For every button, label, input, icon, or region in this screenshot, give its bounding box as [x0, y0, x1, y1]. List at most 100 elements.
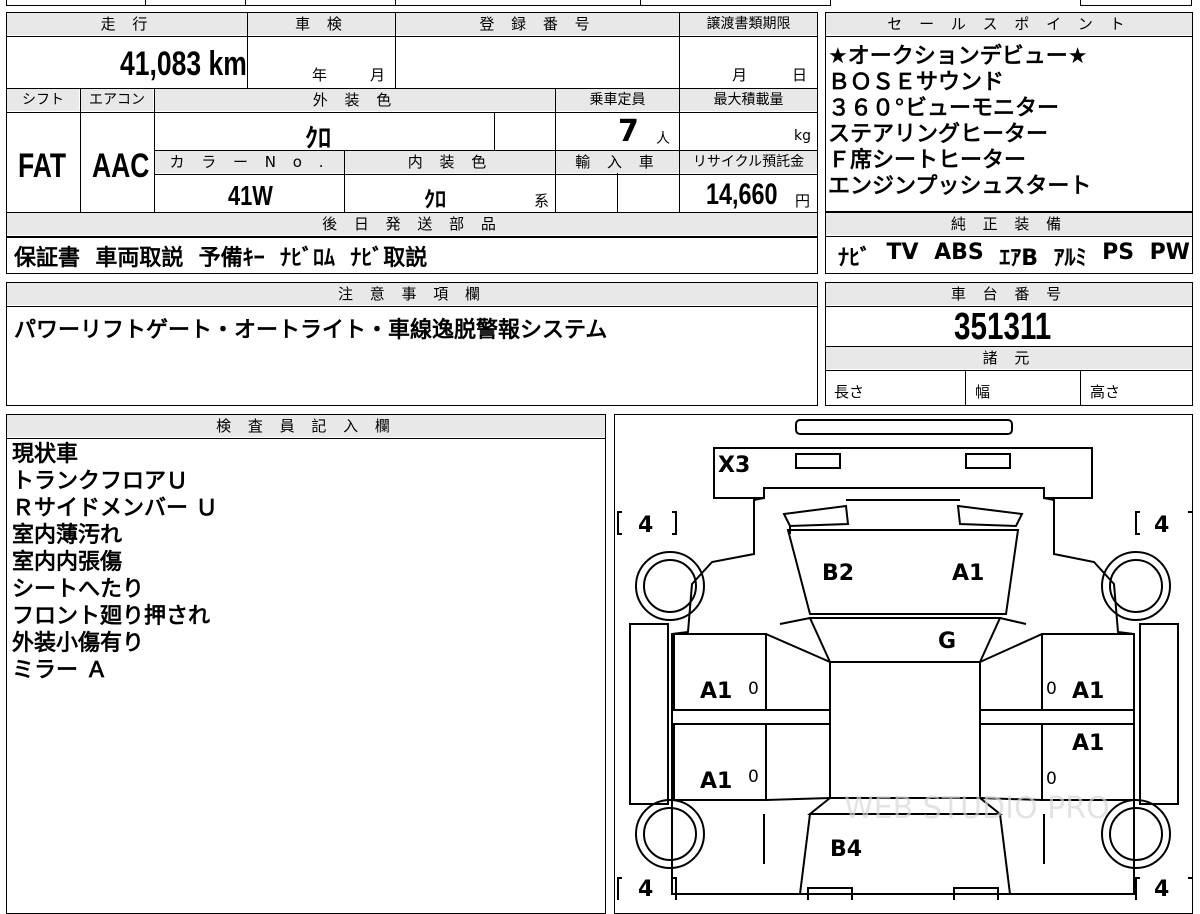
recycle-unit: 円 — [795, 192, 811, 210]
mileage-value: 41,083 km — [120, 45, 247, 83]
inspector-line: 室内内張傷 — [12, 550, 123, 575]
wheel-rear-right-inner — [1109, 559, 1163, 613]
sales-point-item: ★オークションデビュー★ — [828, 44, 1088, 69]
left-side-sill — [629, 623, 669, 805]
exterior-color-header: 外 装 色 — [155, 89, 555, 111]
top-strip-divider — [145, 0, 146, 6]
notes-header: 注 意 事 項 欄 — [7, 283, 817, 305]
capacity-value: 7 — [618, 114, 639, 149]
later-parts-header: 後 日 発 送 部 品 — [7, 213, 817, 235]
right-front-door-mark: A1 — [1072, 731, 1104, 756]
wheel-rear-left — [635, 551, 705, 621]
wheel-front-right — [1101, 799, 1171, 869]
sales-points-list: ★オークションデビュー★ ＢＯＳＥサウンド ３６０°ビューモニター ステアリング… — [828, 44, 1188, 200]
inspector-line: シートへたり — [12, 577, 145, 602]
shaken-year-unit: 年 — [312, 66, 328, 84]
mileage-header: 走 行 — [7, 13, 247, 35]
shaken-header: 車 検 — [248, 13, 395, 35]
aircon-value: AAC — [92, 147, 150, 185]
top-strip-divider — [395, 0, 396, 6]
inspector-header: 検 査 員 記 入 欄 — [7, 415, 605, 437]
genuine-equipment-header: 純 正 装 備 — [826, 213, 1192, 235]
sales-point-item: ＢＯＳＥサウンド — [828, 70, 1005, 95]
equipment-item: TV — [886, 240, 919, 265]
inspector-line: Ｒサイドメンバー Ｕ — [12, 496, 218, 521]
interior-color-suffix: 系 — [534, 192, 550, 210]
equipment-item: PW — [1149, 240, 1190, 265]
top-strip — [6, 0, 831, 6]
max-load-header: 最大積載量 — [680, 89, 817, 111]
shift-value: FAT — [18, 147, 67, 185]
sales-point-item: エンジンプッシュスタート — [828, 174, 1092, 199]
spec-length-label: 長さ — [834, 383, 865, 401]
shift-header: シフト — [7, 89, 79, 111]
inspector-notes: 現状車 トランクフロアＵ Ｒサイドメンバー Ｕ 室内薄汚れ 室内内張傷 シートへ… — [12, 441, 218, 684]
left-front-door-mark: A1 — [700, 769, 732, 794]
chassis-header: 車 台 番 号 — [826, 283, 1192, 305]
import-header: 輸 入 車 — [556, 151, 679, 173]
capacity-header: 乗車定員 — [556, 89, 679, 111]
zero-mark: 0 — [1046, 679, 1057, 699]
inspector-line: 室内薄汚れ — [12, 523, 123, 548]
rear-glass-mark: G — [938, 629, 956, 654]
rear-glass-top — [782, 504, 850, 528]
zero-mark: 0 — [748, 679, 759, 699]
roof-panel — [829, 661, 981, 799]
trunk-right-mark: A1 — [952, 561, 984, 586]
wheel-front-left — [635, 799, 705, 869]
top-strip-divider — [640, 0, 641, 6]
tire-mark-front-left: 4 — [638, 877, 653, 900]
equipment-item: ｱﾙﾐ — [1053, 246, 1087, 271]
inspector-line: 外装小傷有り — [12, 631, 145, 656]
right-rear-door-mark: A1 — [1072, 679, 1104, 704]
tire-mark-rear-left: 4 — [638, 513, 653, 538]
recycle-header: リサイクル預託金 — [680, 151, 817, 173]
tail-lamp-left — [795, 453, 841, 469]
spec-width-label: 幅 — [975, 383, 991, 401]
right-side-sill — [1139, 623, 1179, 805]
car-diagram: X3 B2 A1 G A1 A1 A1 A1 B4 4 4 4 4 0 0 0 … — [617, 419, 1192, 900]
rear-window — [808, 617, 1002, 663]
left-rear-door-mark: A1 — [700, 679, 732, 704]
wheel-rear-left-inner — [643, 559, 697, 613]
equipment-item: PS — [1102, 240, 1135, 265]
top-strip-divider — [245, 0, 246, 6]
later-parts-value: 保証書 車両取説 予備ｷｰ ﾅﾋﾞﾛﾑ ﾅﾋﾞ取説 — [14, 246, 428, 271]
sales-point-item: ３６０°ビューモニター — [828, 96, 1060, 121]
body-outline — [671, 487, 1135, 895]
chassis-value: 351311 — [954, 306, 1052, 348]
wheel-rear-right — [1101, 551, 1171, 621]
color-no-header: カ ラ ー N o . — [155, 151, 344, 173]
genuine-equipment-list: ﾅﾋﾞ TV ABS ｴｱB ｱﾙﾐ PS PW — [838, 240, 1190, 272]
zero-mark: 0 — [1046, 769, 1057, 789]
sales-point-item: Ｆ席シートヒーター — [828, 148, 1027, 173]
max-load-unit: kg — [794, 128, 811, 144]
inspector-line: 現状車 — [12, 442, 79, 467]
tire-mark-front-right: 4 — [1154, 877, 1169, 900]
hood-mark: B4 — [830, 837, 862, 862]
zero-mark: 0 — [748, 767, 759, 787]
specs-header: 諸 元 — [826, 347, 1192, 369]
transfer-month-unit: 月 — [732, 66, 748, 84]
transfer-deadline-header: 譲渡書類期限 — [680, 13, 817, 35]
shaken-month-unit: 月 — [370, 66, 386, 84]
inspector-line: トランクフロアＵ — [12, 469, 189, 494]
tail-lamp-right — [965, 453, 1011, 469]
equipment-item: ｴｱB — [999, 246, 1039, 271]
wheel-front-left-inner — [643, 807, 697, 861]
color-no-value: 41W — [228, 180, 273, 211]
sales-point-item: ステアリングヒーター — [828, 122, 1049, 147]
rear-bumper-mark: X3 — [718, 453, 750, 478]
equipment-item: ABS — [934, 240, 984, 265]
trunk-left-mark: B2 — [822, 561, 854, 586]
rear-bumper-outline — [713, 447, 1093, 499]
rear-wing-outline — [795, 419, 1013, 435]
inspector-line: ミラー Ａ — [12, 658, 108, 683]
top-strip-right — [1080, 0, 1192, 6]
spec-height-label: 高さ — [1090, 383, 1121, 401]
tire-mark-rear-right: 4 — [1154, 513, 1169, 538]
interior-color-value: ｸﾛ — [424, 188, 447, 213]
sales-points-header: セ ー ル ス ポ イ ン ト — [826, 13, 1192, 35]
notes-value: パワーリフトゲート・オートライト・車線逸脱警報システム — [14, 318, 608, 343]
registration-header: 登 録 番 号 — [396, 13, 679, 35]
